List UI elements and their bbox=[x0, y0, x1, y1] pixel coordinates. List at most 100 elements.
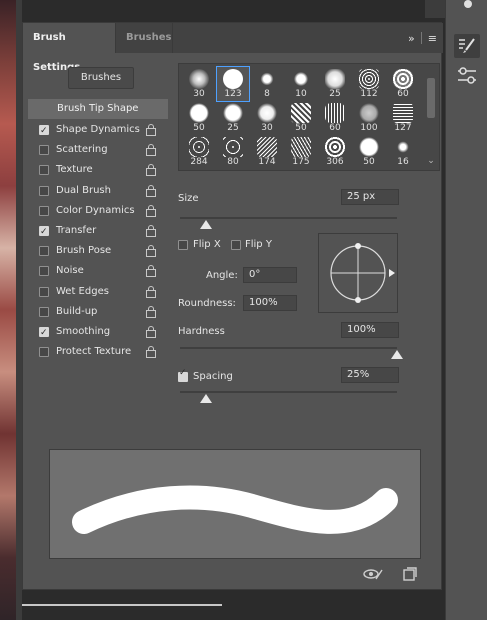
spacing-slider-thumb[interactable] bbox=[200, 394, 213, 403]
brush-size-label: 175 bbox=[292, 157, 310, 167]
panel-menu-icon[interactable]: ≡ bbox=[428, 32, 437, 45]
brush-preset-tile[interactable]: 284 bbox=[183, 135, 215, 169]
brush-option-item[interactable]: Brush Pose bbox=[28, 241, 168, 261]
adjustments-icon[interactable] bbox=[456, 66, 478, 86]
brush-angle-compass[interactable] bbox=[319, 234, 399, 314]
brush-option-item[interactable]: Transfer bbox=[28, 221, 168, 242]
brush-preset-tile[interactable]: 60 bbox=[387, 67, 419, 101]
lock-icon[interactable] bbox=[146, 245, 156, 258]
lock-icon[interactable] bbox=[146, 346, 156, 359]
panel-header-icons: » ≡ bbox=[408, 23, 443, 53]
brushes-button[interactable]: Brushes bbox=[68, 67, 134, 89]
brush-size-label: 25 bbox=[329, 89, 341, 99]
brush-settings-icon bbox=[459, 38, 475, 53]
lock-icon[interactable] bbox=[146, 144, 156, 157]
option-checkbox[interactable] bbox=[39, 306, 49, 317]
option-checkbox[interactable] bbox=[39, 222, 49, 242]
brush-size-label: 25 bbox=[227, 123, 239, 133]
brush-preset-tile[interactable]: 16 bbox=[387, 135, 419, 169]
toggle-live-tip-preview-icon[interactable] bbox=[363, 567, 383, 581]
brush-preset-tile[interactable]: 10 bbox=[285, 67, 317, 101]
scrollbar-thumb[interactable] bbox=[427, 78, 435, 118]
brush-option-item[interactable]: Build-up bbox=[28, 302, 168, 322]
size-slider-thumb[interactable] bbox=[200, 220, 213, 229]
brush-option-item[interactable]: Shape Dynamics bbox=[28, 120, 168, 141]
chevron-down-icon[interactable]: ⌄ bbox=[425, 156, 437, 166]
brush-preset-tile[interactable]: 80 bbox=[217, 135, 249, 169]
angle-input[interactable]: 0° bbox=[243, 267, 297, 283]
flip-y-checkbox[interactable] bbox=[231, 240, 241, 250]
hardness-input[interactable]: 100% bbox=[341, 322, 399, 338]
lock-icon[interactable] bbox=[146, 164, 156, 177]
create-new-brush-icon[interactable] bbox=[403, 567, 417, 581]
lock-icon[interactable] bbox=[146, 265, 156, 278]
option-checkbox[interactable] bbox=[39, 205, 49, 216]
hardness-slider-thumb[interactable] bbox=[391, 350, 403, 359]
brush-option-item[interactable]: Protect Texture bbox=[28, 342, 168, 362]
option-checkbox[interactable] bbox=[39, 286, 49, 297]
brush-tip-thumbnail bbox=[189, 103, 209, 123]
brush-preset-tile[interactable]: 123 bbox=[216, 66, 250, 102]
brush-preset-tile[interactable]: 112 bbox=[353, 67, 385, 101]
option-label: Texture bbox=[56, 164, 93, 176]
brush-tip-thumbnail bbox=[223, 137, 243, 157]
spacing-input[interactable]: 25% bbox=[341, 367, 399, 383]
brush-preset-tile[interactable]: 50 bbox=[285, 101, 317, 135]
brush-option-item[interactable]: Scattering bbox=[28, 140, 168, 160]
option-checkbox[interactable] bbox=[39, 323, 49, 343]
tab-brushes[interactable]: Brushes bbox=[115, 23, 173, 53]
lock-icon[interactable] bbox=[146, 184, 156, 197]
brush-option-item[interactable]: Color Dynamics bbox=[28, 201, 168, 221]
hardness-slider-track[interactable] bbox=[180, 347, 397, 349]
brush-preset-tile[interactable]: 30 bbox=[251, 101, 283, 135]
brush-stroke-preview-path bbox=[72, 485, 398, 534]
lock-icon[interactable] bbox=[146, 124, 156, 136]
lock-icon[interactable] bbox=[146, 305, 156, 318]
option-checkbox[interactable] bbox=[39, 246, 49, 257]
size-input[interactable]: 25 px bbox=[341, 189, 399, 205]
brush-option-item[interactable]: Texture bbox=[28, 160, 168, 180]
angle-roundness-widget[interactable] bbox=[318, 233, 398, 313]
option-label: Transfer bbox=[56, 224, 97, 236]
option-checkbox[interactable] bbox=[39, 145, 49, 156]
preset-scrollbar[interactable]: ⌄ bbox=[425, 66, 437, 168]
brush-preset-tile[interactable]: 25 bbox=[217, 101, 249, 135]
brush-preset-tile[interactable]: 174 bbox=[251, 135, 283, 169]
option-label: Protect Texture bbox=[56, 346, 132, 358]
lock-icon[interactable] bbox=[146, 325, 156, 338]
brush-settings-tool-button[interactable] bbox=[454, 34, 480, 58]
brush-option-item[interactable]: Wet Edges bbox=[28, 282, 168, 302]
brush-preset-tile[interactable]: 30 bbox=[183, 67, 215, 101]
brush-preset-tile[interactable]: 60 bbox=[319, 101, 351, 135]
lock-icon[interactable] bbox=[146, 224, 156, 237]
size-slider-track[interactable] bbox=[180, 217, 397, 219]
option-checkbox[interactable] bbox=[39, 121, 49, 141]
brush-preset-tile[interactable]: 50 bbox=[183, 101, 215, 135]
option-checkbox[interactable] bbox=[39, 185, 49, 196]
brush-preset-tile[interactable]: 100 bbox=[353, 101, 385, 135]
spacing-slider-track[interactable] bbox=[180, 391, 397, 393]
collapse-icon[interactable]: » bbox=[408, 32, 415, 45]
brush-tip-thumbnail bbox=[223, 103, 243, 123]
lock-icon[interactable] bbox=[146, 285, 156, 298]
flip-x-checkbox[interactable] bbox=[178, 240, 188, 250]
brush-option-item[interactable]: Dual Brush bbox=[28, 181, 168, 201]
option-checkbox[interactable] bbox=[39, 165, 49, 176]
brush-preset-tile[interactable]: 25 bbox=[319, 67, 351, 101]
brush-tip-shape-item[interactable]: Brush Tip Shape bbox=[28, 99, 168, 119]
tab-brush-settings[interactable]: Brush Settings bbox=[23, 23, 115, 73]
brush-option-item[interactable]: Smoothing bbox=[28, 322, 168, 343]
spacing-checkbox[interactable] bbox=[178, 368, 188, 382]
brush-preset-tile[interactable]: 50 bbox=[353, 135, 385, 169]
roundness-input[interactable]: 100% bbox=[243, 295, 297, 311]
brush-preset-tile[interactable]: 175 bbox=[285, 135, 317, 169]
brush-option-item[interactable]: Noise bbox=[28, 261, 168, 281]
brush-preset-tile[interactable]: 8 bbox=[251, 67, 283, 101]
brush-preset-tile[interactable]: 127 bbox=[387, 101, 419, 135]
brush-preset-tile[interactable]: 306 bbox=[319, 135, 351, 169]
lock-icon[interactable] bbox=[146, 204, 156, 217]
brush-tip-thumbnail bbox=[359, 103, 379, 123]
option-checkbox[interactable] bbox=[39, 266, 49, 277]
panel-top-icon[interactable] bbox=[458, 0, 478, 12]
option-checkbox[interactable] bbox=[39, 347, 49, 358]
